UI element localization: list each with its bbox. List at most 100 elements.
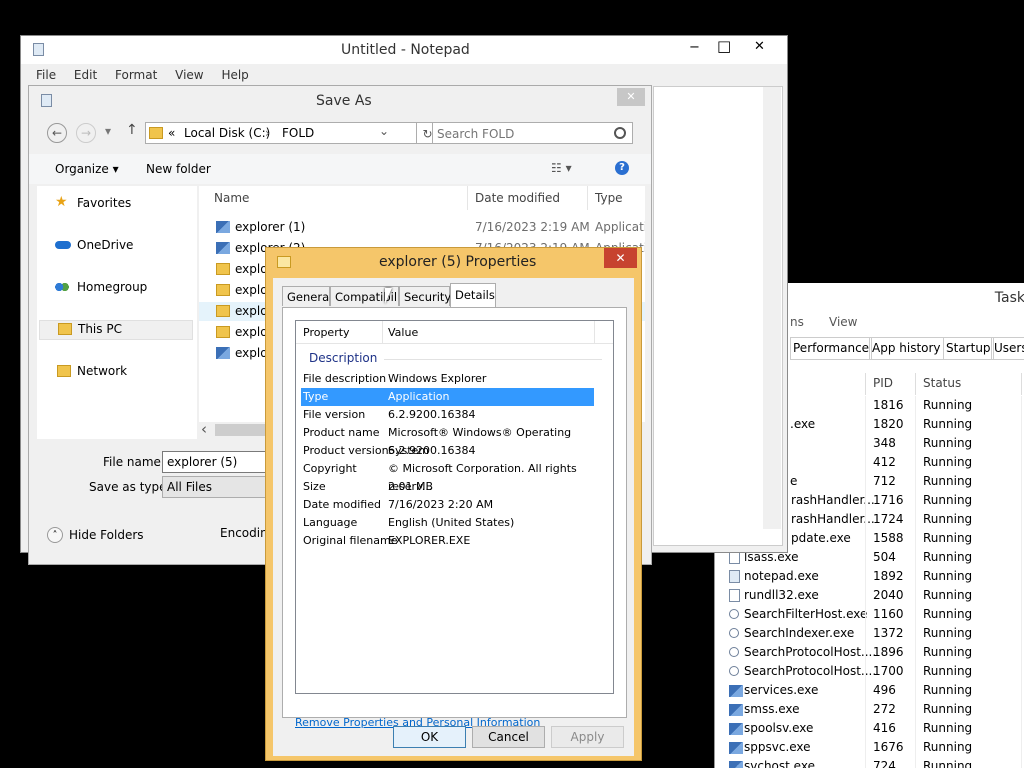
properties-title: explorer (5) Properties bbox=[379, 254, 537, 270]
column-date-modified[interactable]: Date modified bbox=[475, 191, 560, 205]
process-name: notepad.exe bbox=[744, 569, 819, 583]
recent-locations-button[interactable]: ▾ bbox=[105, 124, 111, 138]
column-type[interactable]: Type bbox=[595, 191, 623, 205]
table-row[interactable]: services.exe 496 Running bbox=[715, 681, 1024, 700]
nav-item-homegroup[interactable]: Homegroup bbox=[37, 278, 195, 298]
nav-item-onedrive[interactable]: OneDrive bbox=[37, 236, 195, 256]
tab-general[interactable]: General bbox=[282, 286, 332, 306]
breadcrumb-local-disk[interactable]: Local Disk (C:) bbox=[184, 126, 270, 140]
table-row[interactable]: SearchIndexer.exe 1372 Running bbox=[715, 624, 1024, 643]
apply-button[interactable]: Apply bbox=[551, 726, 624, 748]
menu-view[interactable]: View bbox=[175, 68, 203, 82]
tab-startup[interactable]: Startup bbox=[943, 337, 994, 359]
menu-help[interactable]: Help bbox=[221, 68, 248, 82]
save-as-titlebar[interactable]: Save As ✕ bbox=[29, 86, 651, 116]
file-list-header: ˄ Name Date modified Type bbox=[199, 186, 645, 210]
ok-button[interactable]: OK bbox=[393, 726, 466, 748]
hide-folders-button[interactable]: ˄ Hide Folders bbox=[47, 526, 147, 546]
menu-options[interactable]: ns bbox=[790, 315, 804, 329]
address-dropdown-icon[interactable]: ⌄ bbox=[379, 124, 389, 138]
process-status: Running bbox=[923, 626, 973, 640]
tab-users[interactable]: Users bbox=[991, 337, 1024, 359]
breadcrumb-separator-icon[interactable]: › bbox=[265, 126, 270, 140]
collapse-icon: ˄ bbox=[47, 527, 63, 543]
table-row[interactable]: SearchProtocolHost.... 1700 Running bbox=[715, 662, 1024, 681]
notepad-menubar: File Edit Format View Help bbox=[36, 68, 263, 86]
detail-row[interactable]: Size 2.01 MB bbox=[296, 478, 592, 496]
menu-edit[interactable]: Edit bbox=[74, 68, 97, 82]
breadcrumb-fold[interactable]: FOLD bbox=[282, 126, 314, 140]
table-row[interactable]: SearchFilterHost.exe 1160 Running bbox=[715, 605, 1024, 624]
detail-row-selected[interactable]: Type Application bbox=[301, 388, 594, 406]
homegroup-icon bbox=[55, 281, 69, 293]
detail-row[interactable]: Copyright © Microsoft Corporation. All ri… bbox=[296, 460, 592, 493]
process-name: pdate.exe bbox=[791, 531, 851, 545]
tab-security[interactable]: Security bbox=[399, 286, 451, 306]
table-row[interactable]: rundll32.exe 2040 Running bbox=[715, 586, 1024, 605]
application-icon bbox=[216, 242, 230, 254]
folder-icon bbox=[216, 305, 230, 317]
new-folder-button[interactable]: New folder bbox=[146, 162, 211, 176]
process-name: svchost.exe bbox=[744, 759, 815, 768]
process-status: Running bbox=[923, 645, 973, 659]
properties-titlebar[interactable]: explorer (5) Properties ✕ bbox=[266, 248, 641, 276]
task-manager-titlebar[interactable]: Task bbox=[790, 283, 1024, 313]
nav-item-network[interactable]: Network bbox=[37, 362, 195, 382]
menu-file[interactable]: File bbox=[36, 68, 56, 82]
back-button[interactable]: ← bbox=[47, 123, 67, 143]
help-button[interactable]: ? bbox=[615, 161, 629, 175]
maximize-button[interactable]: □ bbox=[717, 37, 731, 55]
change-view-button[interactable]: ☷ ▾ bbox=[551, 161, 572, 175]
nav-item-favorites[interactable]: ★ Favorites bbox=[37, 194, 195, 214]
menu-format[interactable]: Format bbox=[115, 68, 157, 82]
file-row[interactable]: explorer (1) 7/16/2023 2:19 AM Applicati… bbox=[199, 218, 645, 237]
tab-app-history[interactable]: App history bbox=[869, 337, 944, 359]
table-row[interactable]: smss.exe 272 Running bbox=[715, 700, 1024, 719]
menu-view[interactable]: View bbox=[829, 315, 857, 329]
address-overflow[interactable]: « bbox=[168, 126, 175, 140]
cancel-button[interactable]: Cancel bbox=[472, 726, 545, 748]
close-button[interactable]: ✕ bbox=[754, 39, 765, 54]
process-name: SearchIndexer.exe bbox=[744, 626, 855, 640]
scroll-left-icon[interactable]: ‹ bbox=[201, 420, 207, 438]
search-box[interactable] bbox=[432, 122, 633, 144]
detail-row[interactable]: Language English (United States) bbox=[296, 514, 592, 532]
detail-row[interactable]: Product name Microsoft® Windows® Operatin… bbox=[296, 424, 592, 457]
column-property[interactable]: Property bbox=[303, 326, 350, 339]
process-pid: 1700 bbox=[873, 664, 904, 678]
save-as-close-button[interactable]: ✕ bbox=[617, 88, 645, 106]
minimize-button[interactable]: − bbox=[689, 40, 700, 55]
table-row[interactable]: notepad.exe 1892 Running bbox=[715, 567, 1024, 586]
forward-button[interactable]: → bbox=[76, 123, 96, 143]
detail-value: 2.01 MB bbox=[388, 480, 434, 493]
column-status[interactable]: Status bbox=[923, 376, 961, 390]
search-input[interactable] bbox=[435, 125, 609, 143]
tab-details[interactable]: Details bbox=[450, 283, 496, 307]
detail-row[interactable]: File version 6.2.9200.16384 bbox=[296, 406, 592, 424]
notepad-scrollbar[interactable] bbox=[763, 87, 781, 529]
address-bar[interactable]: « Local Disk (C:) › FOLD ⌄ bbox=[145, 122, 417, 144]
nav-item-this-pc[interactable]: This PC bbox=[39, 320, 193, 340]
table-row[interactable]: sppsvc.exe 1676 Running bbox=[715, 738, 1024, 757]
table-row[interactable]: svchost.exe 724 Running bbox=[715, 757, 1024, 768]
save-as-title: Save As bbox=[316, 93, 372, 109]
process-name: smss.exe bbox=[744, 702, 800, 716]
column-name[interactable]: Name bbox=[214, 191, 249, 205]
detail-row[interactable]: Date modified 7/16/2023 2:20 AM bbox=[296, 496, 592, 514]
process-status: Running bbox=[923, 607, 973, 621]
notepad-titlebar[interactable]: Untitled - Notepad − □ ✕ bbox=[21, 36, 787, 64]
column-value[interactable]: Value bbox=[388, 326, 418, 339]
organize-button[interactable]: Organize ▾ bbox=[55, 162, 119, 176]
table-row[interactable]: SearchProtocolHost.... 1896 Running bbox=[715, 643, 1024, 662]
tab-performance[interactable]: Performance bbox=[790, 337, 873, 359]
table-row[interactable]: spoolsv.exe 416 Running bbox=[715, 719, 1024, 738]
properties-close-button[interactable]: ✕ bbox=[604, 248, 637, 268]
column-pid[interactable]: PID bbox=[873, 376, 893, 390]
detail-row[interactable]: File description Windows Explorer bbox=[296, 370, 592, 388]
file-type: Applicatio bbox=[595, 220, 645, 234]
detail-row[interactable]: Product version 6.2.9200.16384 bbox=[296, 442, 592, 460]
up-button[interactable]: ↑ bbox=[126, 122, 138, 138]
detail-row[interactable]: Original filename EXPLORER.EXE bbox=[296, 532, 592, 550]
folder-icon bbox=[216, 263, 230, 275]
this-pc-icon bbox=[58, 323, 72, 335]
